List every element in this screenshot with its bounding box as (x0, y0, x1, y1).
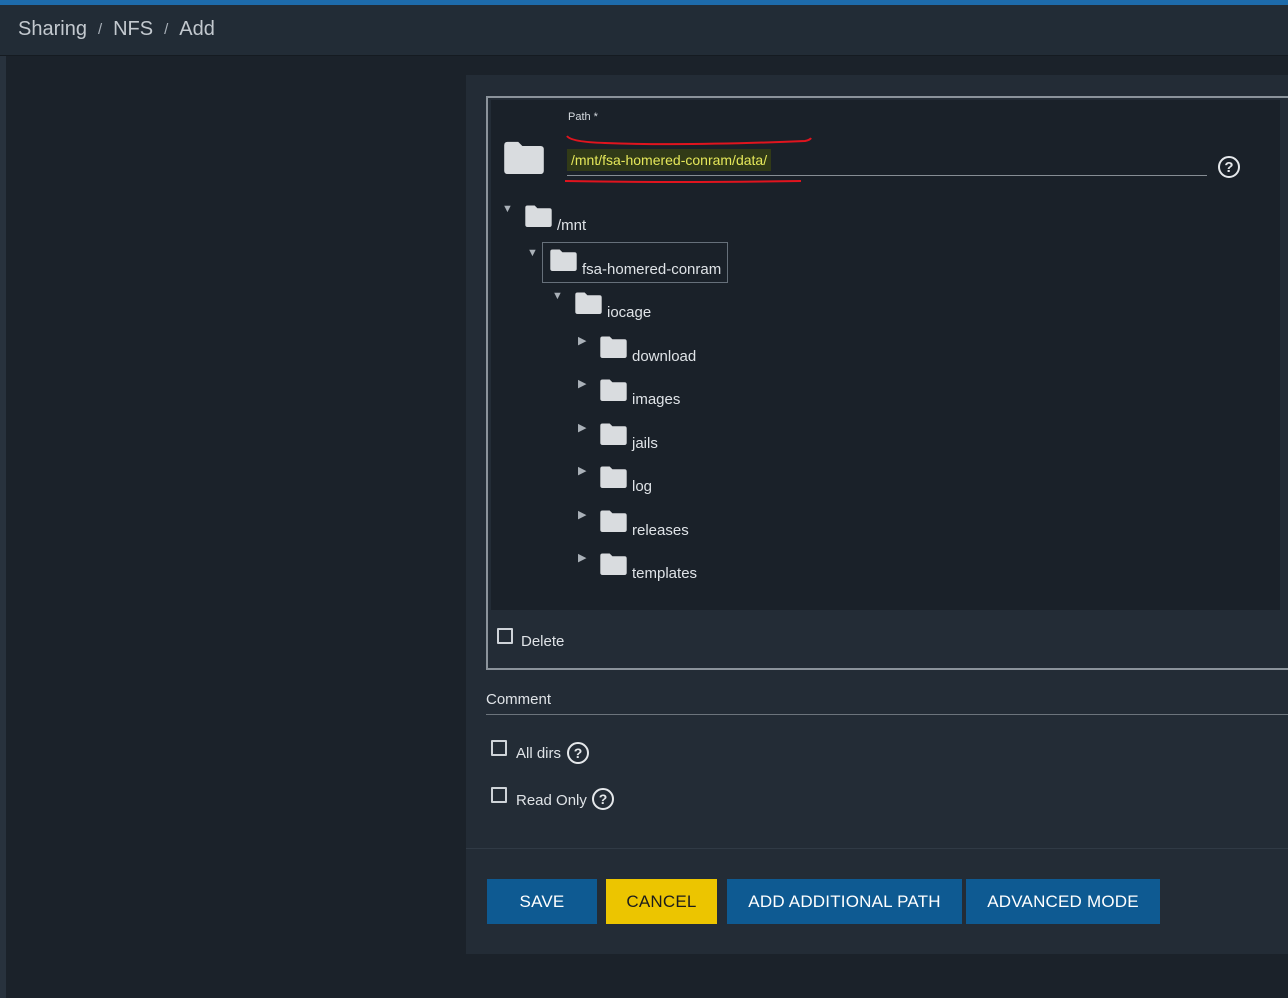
folder-icon (550, 249, 577, 271)
read-only-label: Read Only (516, 792, 587, 809)
advanced-mode-button[interactable]: ADVANCED MODE (966, 879, 1160, 924)
breadcrumb-sharing[interactable]: Sharing (18, 18, 87, 41)
chevron-down-icon[interactable]: ▼ (527, 247, 538, 259)
folder-icon (575, 292, 602, 314)
path-input[interactable]: /mnt/fsa-homered-conram/data/ (567, 149, 772, 171)
tree-node-fsa-homered-conram: ▼ fsa-homered-conram (491, 247, 791, 278)
chevron-right-icon[interactable]: ▶ (578, 377, 586, 390)
tree-node-mnt: ▼ /mnt (491, 203, 791, 234)
help-icon[interactable]: ? (567, 742, 589, 764)
tree-node-releases: ▶ releases (491, 508, 791, 539)
path-label: Path * (568, 111, 598, 123)
tree-node-images: ▶ images (491, 377, 791, 408)
folder-icon (600, 423, 627, 445)
folder-icon (600, 510, 627, 532)
path-fieldset: Path * /mnt/fsa-homered-conram/data/ ? ▼… (486, 96, 1288, 670)
help-icon[interactable]: ? (592, 788, 614, 810)
tree-node-label[interactable]: log (632, 478, 652, 495)
breadcrumb: Sharing / NFS / Add (18, 18, 215, 41)
tree-node-iocage: ▼ iocage (491, 290, 791, 321)
breadcrumb-bar: Sharing / NFS / Add (0, 5, 1288, 56)
nfs-add-form: Path * /mnt/fsa-homered-conram/data/ ? ▼… (466, 75, 1288, 954)
path-explorer: Path * /mnt/fsa-homered-conram/data/ ? ▼… (491, 100, 1280, 610)
tree-node-label[interactable]: jails (632, 435, 658, 452)
tree-node-label[interactable]: /mnt (557, 217, 586, 234)
sidebar-edge (0, 5, 6, 998)
tree-node-label[interactable]: images (632, 391, 680, 408)
tree-node-label[interactable]: templates (632, 565, 697, 582)
tree-node-templates: ▶ templates (491, 551, 791, 582)
chevron-right-icon[interactable]: ▶ (578, 464, 586, 477)
folder-icon (600, 379, 627, 401)
breadcrumb-nfs[interactable]: NFS (113, 18, 153, 41)
form-divider (466, 848, 1288, 849)
chevron-down-icon[interactable]: ▼ (502, 203, 513, 215)
all-dirs-checkbox[interactable] (491, 740, 507, 756)
tree-node-label[interactable]: releases (632, 522, 689, 539)
tree-node-download: ▶ download (491, 334, 791, 365)
save-button[interactable]: SAVE (487, 879, 597, 924)
folder-icon[interactable] (504, 141, 544, 174)
tree-node-label[interactable]: fsa-homered-conram (582, 261, 721, 278)
tree-node-label[interactable]: download (632, 348, 696, 365)
comment-label: Comment (486, 691, 552, 708)
red-annotation-mark (566, 135, 812, 146)
help-icon[interactable]: ? (1218, 156, 1240, 178)
delete-label: Delete (521, 633, 565, 650)
folder-icon (525, 205, 552, 227)
add-additional-path-button[interactable]: ADD ADDITIONAL PATH (727, 879, 962, 924)
delete-checkbox[interactable] (497, 628, 513, 644)
folder-icon (600, 466, 627, 488)
tree-node-label[interactable]: iocage (607, 304, 651, 321)
all-dirs-label: All dirs (516, 745, 562, 762)
folder-icon (600, 553, 627, 575)
red-annotation-underline (565, 180, 802, 183)
chevron-right-icon[interactable]: ▶ (578, 421, 586, 434)
chevron-down-icon[interactable]: ▼ (552, 290, 563, 302)
tree-node-log: ▶ log (491, 464, 791, 495)
breadcrumb-separator: / (97, 21, 103, 38)
breadcrumb-current: Add (179, 18, 215, 40)
path-input-underline (567, 175, 1207, 176)
chevron-right-icon[interactable]: ▶ (578, 508, 586, 521)
chevron-right-icon[interactable]: ▶ (578, 551, 586, 564)
chevron-right-icon[interactable]: ▶ (578, 334, 586, 347)
breadcrumb-separator: / (164, 21, 169, 38)
comment-input[interactable] (486, 714, 1288, 715)
folder-icon (600, 336, 627, 358)
cancel-button[interactable]: CANCEL (606, 879, 717, 924)
read-only-checkbox[interactable] (491, 787, 507, 803)
tree-node-jails: ▶ jails (491, 421, 791, 452)
